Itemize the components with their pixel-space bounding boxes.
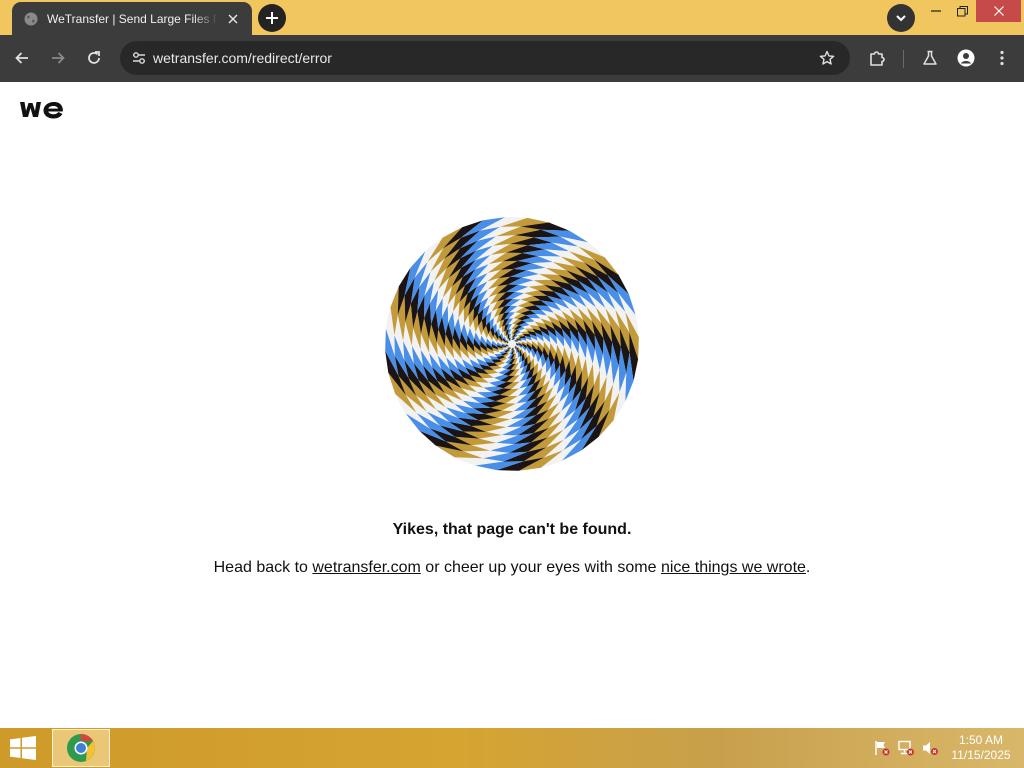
volume-muted-icon[interactable] xyxy=(921,740,939,756)
browser-toolbar: wetransfer.com/redirect/error xyxy=(0,35,1024,82)
taskbar-app-browser[interactable] xyxy=(52,729,110,767)
bookmark-button[interactable] xyxy=(814,45,840,71)
tab-close-icon[interactable] xyxy=(224,10,242,28)
minimize-icon xyxy=(931,10,941,12)
start-button[interactable] xyxy=(6,734,40,762)
globe-icon xyxy=(24,12,38,25)
home-link[interactable]: wetransfer.com xyxy=(312,559,420,576)
url-text[interactable]: wetransfer.com/redirect/error xyxy=(153,50,332,66)
tab-active[interactable]: WeTransfer | Send Large Files Fast xyxy=(12,2,252,35)
close-window-button[interactable] xyxy=(976,0,1021,22)
message-text-middle: or cheer up your eyes with some xyxy=(420,559,661,576)
extensions-button[interactable] xyxy=(863,44,891,72)
puzzle-icon xyxy=(870,51,885,66)
arrow-right-icon xyxy=(52,52,65,64)
site-info-button[interactable] xyxy=(126,45,152,71)
close-icon xyxy=(993,6,1004,16)
star-icon xyxy=(819,50,835,65)
reload-icon xyxy=(88,51,100,64)
restore-button[interactable] xyxy=(950,0,974,22)
restore-icon xyxy=(956,5,968,16)
profile-button[interactable] xyxy=(952,44,980,72)
menu-button[interactable] xyxy=(988,44,1016,72)
error-message: Head back to wetransfer.com or cheer up … xyxy=(0,559,1024,577)
message-text-end: . xyxy=(805,559,811,576)
windows-logo-icon xyxy=(10,736,36,760)
arrow-left-icon xyxy=(15,52,28,64)
forward-button[interactable] xyxy=(44,44,72,72)
reload-button[interactable] xyxy=(80,44,108,72)
wetransfer-logo[interactable] xyxy=(18,98,64,122)
tab-title: WeTransfer | Send Large Files Fast xyxy=(47,11,218,26)
labs-button[interactable] xyxy=(916,44,944,72)
tune-icon xyxy=(133,52,145,64)
browser-title-bar: WeTransfer | Send Large Files Fast xyxy=(0,0,1024,35)
minimize-button[interactable] xyxy=(924,0,948,22)
back-button[interactable] xyxy=(8,44,36,72)
kebab-menu-icon xyxy=(1000,50,1004,66)
flask-icon xyxy=(923,50,937,65)
action-center-flag-icon[interactable] xyxy=(873,740,891,756)
system-clock[interactable]: 1:50 AM 11/15/2025 xyxy=(946,733,1016,763)
chevron-down-icon xyxy=(896,15,906,22)
network-icon[interactable] xyxy=(897,740,915,756)
message-text-start: Head back to xyxy=(213,559,313,576)
clock-time: 1:50 AM xyxy=(958,733,1004,747)
error-heading: Yikes, that page can't be found. xyxy=(392,521,632,538)
address-bar[interactable]: wetransfer.com/redirect/error xyxy=(120,41,850,75)
plus-icon xyxy=(266,12,278,24)
browser-app-icon xyxy=(67,734,95,762)
taskbar: 1:50 AM 11/15/2025 xyxy=(0,728,1024,768)
profile-icon xyxy=(957,49,975,67)
new-tab-button[interactable] xyxy=(258,4,286,32)
clock-date: 11/15/2025 xyxy=(951,748,1011,762)
spiral-illusion xyxy=(385,217,639,471)
tab-search-button[interactable] xyxy=(887,4,915,32)
blog-link[interactable]: nice things we wrote xyxy=(661,559,806,576)
toolbar-divider xyxy=(903,50,904,68)
page-content: Yikes, that page can't be found. Head ba… xyxy=(0,82,1024,728)
